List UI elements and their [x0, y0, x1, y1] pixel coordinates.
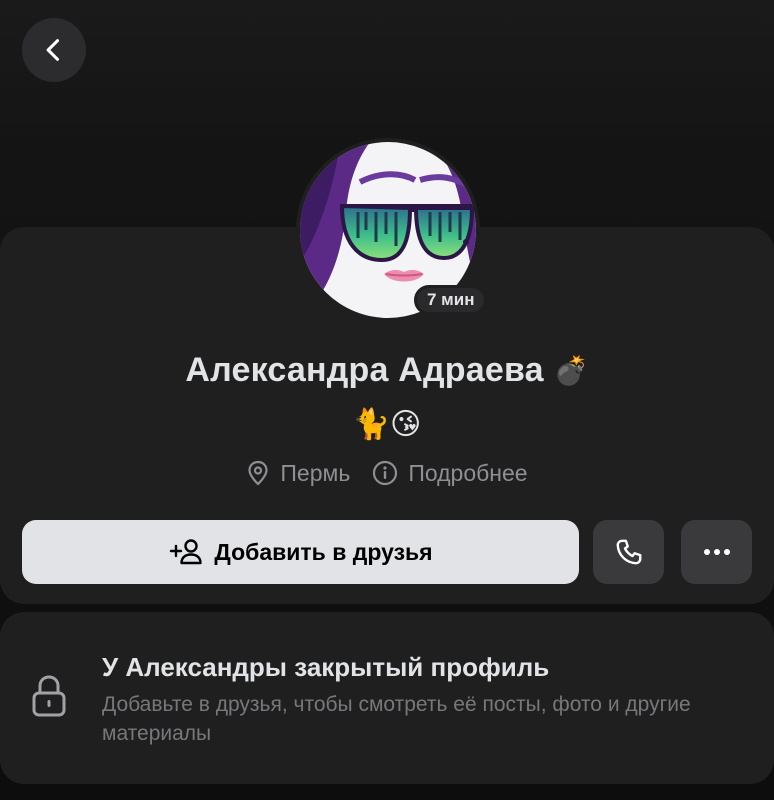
call-button[interactable]: [593, 520, 664, 584]
info-row: Пермь Подробнее: [0, 456, 774, 490]
lock-icon: [32, 675, 66, 717]
add-friend-label: Добавить в друзья: [214, 538, 433, 565]
location-pin-icon: [248, 460, 268, 486]
private-profile-card: У Александры закрытый профиль Добавьте в…: [0, 612, 774, 784]
back-button[interactable]: [22, 18, 86, 82]
name-row: Александра Адраева 💣: [0, 345, 774, 395]
status-emoji[interactable]: 🐈😘: [0, 404, 774, 444]
city-label: Пермь: [280, 459, 351, 486]
more-dots-icon: [703, 549, 730, 555]
profile-page: 7 мин Александра Адраева 💣 🐈😘 Пермь Подр…: [0, 0, 774, 800]
add-person-icon: [170, 539, 203, 565]
private-title: У Александры закрытый профиль: [102, 652, 550, 682]
details-label: Подробнее: [408, 459, 528, 486]
details-item[interactable]: Подробнее: [372, 459, 528, 487]
last-seen-badge: 7 мин: [414, 285, 488, 315]
private-description: Добавьте в друзья, чтобы смотреть её пос…: [102, 693, 691, 745]
city-item[interactable]: Пермь: [246, 460, 350, 487]
profile-name: Александра Адраева: [185, 350, 544, 389]
add-friend-button[interactable]: Добавить в друзья: [22, 520, 579, 584]
chevron-left-icon: [46, 39, 60, 61]
more-button[interactable]: [681, 520, 752, 584]
info-icon: [373, 460, 398, 486]
phone-icon: [616, 539, 641, 565]
bomb-emoji: 💣: [553, 354, 589, 386]
